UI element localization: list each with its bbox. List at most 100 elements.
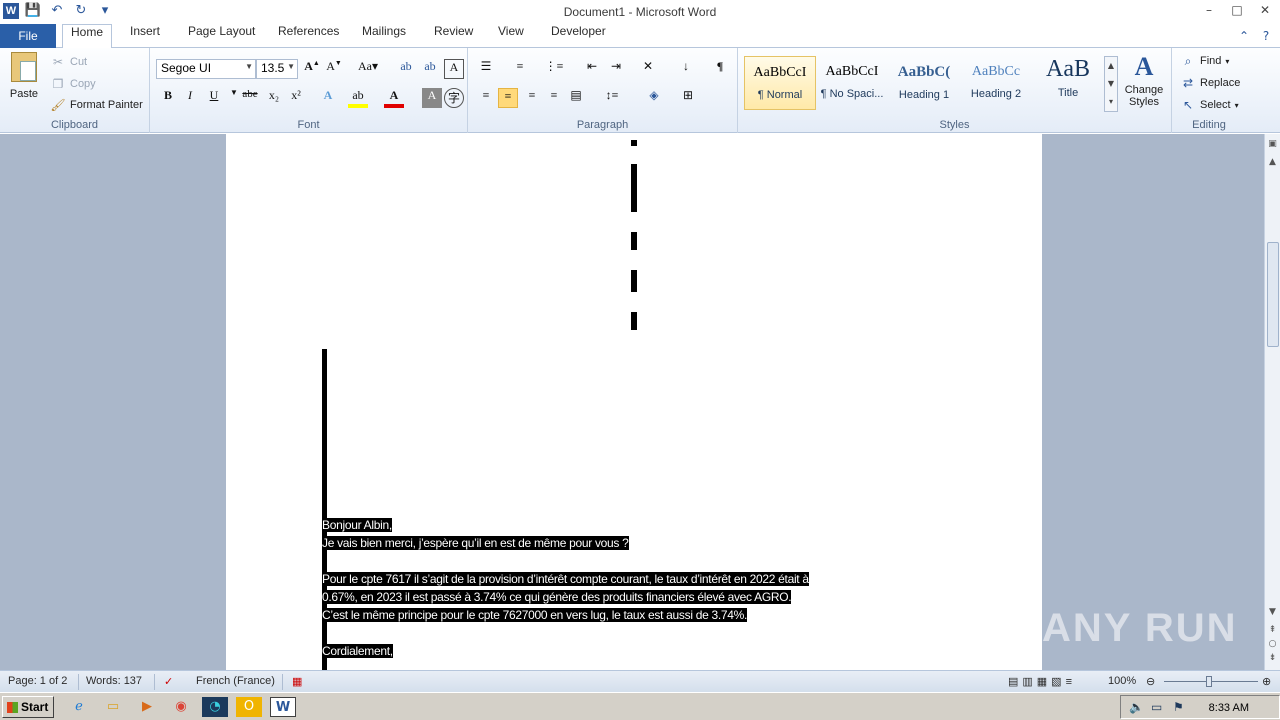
document-page[interactable]: Bonjour Albin, Je vais bien merci, j’esp…: [226, 134, 1042, 670]
select-button[interactable]: ↖ Select ▾: [1180, 97, 1239, 113]
zoom-out-icon[interactable]: ⊖: [1146, 675, 1155, 688]
decrease-indent-icon[interactable]: ⇤: [582, 59, 602, 79]
doc-line-body-3: C’est le même principe pour le cpte 7627…: [322, 608, 748, 622]
show-formatting-icon[interactable]: ¶: [710, 59, 730, 79]
tab-review[interactable]: Review: [426, 24, 481, 48]
tab-developer[interactable]: Developer: [543, 24, 614, 48]
numbering-icon[interactable]: ≡: [510, 59, 530, 79]
italic-button[interactable]: I: [180, 88, 200, 108]
scroll-down-icon[interactable]: ▼: [1265, 604, 1280, 620]
strikethrough-button[interactable]: abe: [238, 88, 262, 108]
style-heading-2[interactable]: AaBbCc Heading 2: [960, 56, 1032, 110]
text-effects-icon[interactable]: A: [318, 88, 338, 108]
flag-icon[interactable]: ⚑: [1173, 700, 1184, 714]
styles-gallery-scroll[interactable]: ▲ ▼ ▾: [1104, 56, 1118, 112]
minimize-icon[interactable]: –: [1202, 2, 1216, 18]
underline-button[interactable]: U: [204, 88, 224, 108]
clipboard-group: Paste ✂ Cut ❐ Copy 🖌 Format Painter Clip…: [0, 48, 150, 133]
asian-layout-icon[interactable]: ✕: [638, 59, 658, 79]
superscript-button[interactable]: x²: [286, 88, 306, 108]
replace-icon: ⇄: [1182, 76, 1194, 90]
explorer-icon[interactable]: ▭: [100, 697, 126, 717]
view-buttons[interactable]: ▤▥▦▧≡: [1008, 675, 1076, 688]
page-count[interactable]: Page: 1 of 2: [8, 675, 67, 687]
macro-record-icon[interactable]: ▦: [292, 675, 302, 688]
volume-icon[interactable]: 🔈: [1129, 700, 1144, 714]
bullets-icon[interactable]: ☰: [476, 59, 496, 79]
chrome-icon[interactable]: ◉: [168, 697, 194, 717]
ribbon-tabs: File Home Insert Page Layout References …: [0, 24, 1280, 49]
maximize-icon[interactable]: □: [1230, 2, 1244, 18]
edge-icon[interactable]: ◔: [202, 697, 228, 717]
word-count[interactable]: Words: 137: [86, 675, 142, 687]
increase-indent-icon[interactable]: ⇥: [606, 59, 626, 79]
ruler-toggle-icon[interactable]: ▣: [1265, 136, 1280, 152]
character-shading-icon[interactable]: A: [422, 88, 442, 108]
zoom-level[interactable]: 100%: [1108, 675, 1136, 687]
find-button[interactable]: ⌕ Find ▾: [1180, 53, 1230, 69]
replace-button[interactable]: ⇄ Replace: [1180, 75, 1240, 91]
style-heading-1[interactable]: AaBbC( Heading 1: [888, 56, 960, 110]
scroll-up-icon[interactable]: ▲: [1265, 154, 1280, 170]
paste-icon: [11, 52, 37, 82]
outlook-icon[interactable]: O: [236, 697, 262, 717]
style-title[interactable]: AaB Title: [1032, 56, 1104, 110]
copy-button[interactable]: ❐ Copy: [50, 76, 96, 92]
dashed-line-segment: [631, 164, 637, 212]
close-icon[interactable]: ✕: [1258, 2, 1272, 18]
subscript-button[interactable]: x₂: [264, 88, 284, 108]
language[interactable]: French (France): [196, 675, 275, 687]
line-spacing-icon[interactable]: ↕≡: [602, 88, 622, 108]
format-painter-button[interactable]: 🖌 Format Painter: [50, 97, 142, 113]
document-area[interactable]: Bonjour Albin, Je vais bien merci, j’esp…: [0, 134, 1264, 670]
word-taskbar-icon[interactable]: W: [270, 697, 296, 717]
network-icon[interactable]: ▭: [1151, 700, 1162, 714]
align-center-icon[interactable]: ≡: [498, 88, 518, 108]
character-border-icon[interactable]: A: [444, 59, 464, 79]
media-player-icon[interactable]: ▶: [134, 697, 160, 717]
ie-icon[interactable]: ℯ: [66, 697, 92, 717]
proofing-icon[interactable]: ✓: [164, 675, 173, 688]
next-page-icon[interactable]: ⇟: [1265, 650, 1280, 666]
grow-font-icon[interactable]: A▲: [302, 59, 322, 79]
justify-icon[interactable]: ≡: [544, 88, 564, 108]
zoom-slider-thumb[interactable]: [1206, 676, 1212, 687]
distributed-icon[interactable]: ▤: [566, 88, 586, 108]
tab-page-layout[interactable]: Page Layout: [180, 24, 263, 48]
sort-icon[interactable]: ↓: [676, 59, 696, 79]
shading-icon[interactable]: ◈: [644, 88, 664, 108]
minimize-ribbon-icon[interactable]: ⌃: [1236, 28, 1252, 44]
enclose-characters-icon[interactable]: 字: [444, 88, 464, 108]
style-no-spacing[interactable]: AaBbCcI ¶ No Spaci...: [816, 56, 888, 110]
align-left-icon[interactable]: ≡: [476, 88, 496, 108]
tab-mailings[interactable]: Mailings: [354, 24, 414, 48]
phonetic-guide-icon[interactable]: ab: [420, 59, 440, 79]
clear-formatting-icon[interactable]: ab: [396, 59, 416, 79]
borders-icon[interactable]: ⊞: [678, 88, 698, 108]
font-size-select[interactable]: 13.5 ▼: [256, 59, 298, 79]
shrink-font-icon[interactable]: A▼: [324, 59, 344, 79]
anyrun-watermark: ANY RUN: [1042, 606, 1238, 650]
change-case-icon[interactable]: Aa▾: [354, 59, 382, 79]
bold-button[interactable]: B: [158, 88, 178, 108]
multilevel-list-icon[interactable]: ⋮≡: [544, 59, 564, 79]
font-color-icon[interactable]: A: [384, 88, 404, 108]
highlight-icon[interactable]: ab: [348, 88, 368, 108]
change-styles-button[interactable]: A Change Styles: [1122, 52, 1166, 118]
cut-button[interactable]: ✂ Cut: [50, 54, 87, 70]
tab-home[interactable]: Home: [62, 24, 113, 49]
align-right-icon[interactable]: ≡: [522, 88, 542, 108]
tab-references[interactable]: References: [270, 24, 347, 48]
tab-insert[interactable]: Insert: [122, 24, 168, 48]
styles-group: AaBbCcI ¶ Normal AaBbCcI ¶ No Spaci... A…: [738, 48, 1172, 133]
zoom-in-icon[interactable]: ⊕: [1262, 675, 1271, 688]
help-icon[interactable]: ?: [1258, 28, 1274, 44]
scroll-thumb[interactable]: [1267, 242, 1279, 347]
tab-view[interactable]: View: [490, 24, 532, 48]
style-normal[interactable]: AaBbCcI ¶ Normal: [744, 56, 816, 110]
font-family-select[interactable]: Segoe UI ▼: [156, 59, 256, 79]
tab-file[interactable]: File: [0, 24, 56, 48]
paste-button[interactable]: Paste: [6, 52, 42, 112]
start-button[interactable]: Start: [2, 696, 54, 718]
vertical-scrollbar[interactable]: ▣ ▲ ▼ ⇞ ○ ⇟: [1264, 134, 1280, 670]
